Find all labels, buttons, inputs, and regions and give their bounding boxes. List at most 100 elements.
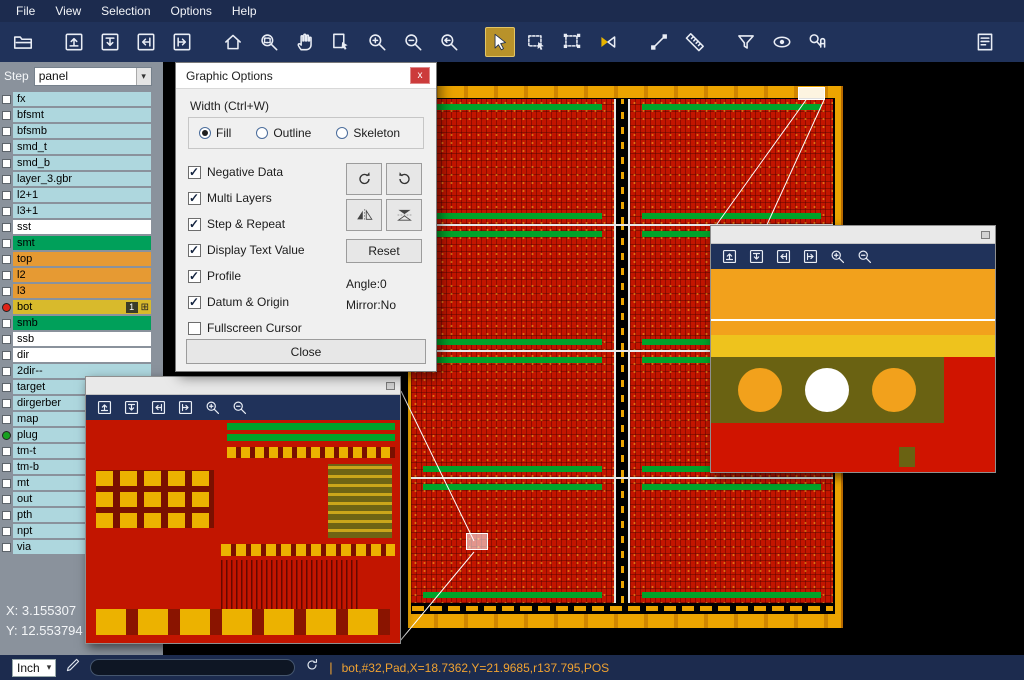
layer-visibility-checkbox[interactable] xyxy=(2,127,11,136)
layer-row[interactable]: fx ⊞ xyxy=(0,91,163,107)
zoom-in-button[interactable] xyxy=(201,398,223,418)
layer-visibility-checkbox[interactable] xyxy=(2,415,11,424)
zoom-in-button[interactable] xyxy=(362,27,392,57)
zoom-in-button[interactable] xyxy=(826,247,848,267)
layer-row[interactable]: smd_t ⊞ xyxy=(0,139,163,155)
layer-row[interactable]: bfsmt ⊞ xyxy=(0,107,163,123)
step-import-up-button[interactable] xyxy=(93,398,115,418)
step-import-down-button[interactable] xyxy=(120,398,142,418)
layer-visibility-checkbox[interactable] xyxy=(2,223,11,232)
layer-row[interactable]: top ⊞ xyxy=(0,251,163,267)
step-select[interactable]: panel ▾ xyxy=(34,67,152,86)
layer-color-band[interactable]: l2+1 ⊞ xyxy=(13,188,151,202)
layer-visibility-checkbox[interactable] xyxy=(2,239,11,248)
step-repeat-checkbox[interactable] xyxy=(188,218,201,231)
layer-visibility-checkbox[interactable] xyxy=(2,95,11,104)
layer-color-band[interactable]: sst ⊞ xyxy=(13,220,151,234)
layer-row[interactable]: smd_b ⊞ xyxy=(0,155,163,171)
rotate-ccw-button[interactable] xyxy=(386,163,422,195)
layer-color-band[interactable]: fx ⊞ xyxy=(13,92,151,106)
skeleton-radio[interactable] xyxy=(336,127,348,139)
step-import-down-button[interactable] xyxy=(95,27,125,57)
step-import-left-button[interactable] xyxy=(147,398,169,418)
layer-visibility-checkbox[interactable] xyxy=(2,159,11,168)
highlight-button[interactable] xyxy=(767,27,797,57)
layer-color-band[interactable]: l3+1 ⊞ xyxy=(13,204,151,218)
profile-checkbox[interactable] xyxy=(188,270,201,283)
layer-visibility-checkbox[interactable] xyxy=(2,431,11,440)
layer-visibility-checkbox[interactable] xyxy=(2,303,11,312)
step-import-right-button[interactable] xyxy=(799,247,821,267)
layer-color-band[interactable]: l2 ⊞ xyxy=(13,268,151,282)
fullscreen-cursor-row[interactable]: Fullscreen Cursor xyxy=(188,315,305,341)
layer-visibility-checkbox[interactable] xyxy=(2,479,11,488)
multi-layers-checkbox[interactable] xyxy=(188,192,201,205)
layer-visibility-checkbox[interactable] xyxy=(2,319,11,328)
layer-row[interactable]: l3 ⊞ xyxy=(0,283,163,299)
layer-row[interactable]: dir ⊞ xyxy=(0,347,163,363)
layer-row[interactable]: layer_3.gbr ⊞ xyxy=(0,171,163,187)
step-import-left-button[interactable] xyxy=(772,247,794,267)
command-input[interactable] xyxy=(90,659,295,676)
layer-visibility-checkbox[interactable] xyxy=(2,191,11,200)
select-cursor-button[interactable] xyxy=(485,27,515,57)
skeleton-radio-row[interactable]: Skeleton xyxy=(336,126,400,140)
layer-row[interactable]: l2 ⊞ xyxy=(0,267,163,283)
outline-radio[interactable] xyxy=(256,127,268,139)
measure-ruler-button[interactable] xyxy=(680,27,710,57)
pan-button[interactable] xyxy=(290,27,320,57)
dialog-titlebar[interactable]: Graphic Options x xyxy=(176,63,436,89)
layer-color-band[interactable]: bfsmb ⊞ xyxy=(13,124,151,138)
fill-radio-row[interactable]: Fill xyxy=(199,126,231,140)
layer-visibility-checkbox[interactable] xyxy=(2,111,11,120)
layer-row[interactable]: sst ⊞ xyxy=(0,219,163,235)
open-folder-button[interactable] xyxy=(8,27,38,57)
measure-line-button[interactable] xyxy=(644,27,674,57)
layer-visibility-checkbox[interactable] xyxy=(2,143,11,152)
layer-visibility-checkbox[interactable] xyxy=(2,367,11,376)
view-capture-button[interactable] xyxy=(326,27,356,57)
step-import-up-button[interactable] xyxy=(718,247,740,267)
menu-selection[interactable]: Selection xyxy=(91,1,160,21)
display-text-row[interactable]: Display Text Value xyxy=(188,237,305,263)
home-view-button[interactable] xyxy=(218,27,248,57)
zoom-out-button[interactable] xyxy=(853,247,875,267)
window-restore-icon[interactable] xyxy=(386,382,395,390)
step-import-right-button[interactable] xyxy=(167,27,197,57)
layer-color-band[interactable]: l3 ⊞ xyxy=(13,284,151,298)
layer-visibility-checkbox[interactable] xyxy=(2,175,11,184)
layer-color-band[interactable]: bot 1 ⊞ xyxy=(13,300,151,314)
menu-file[interactable]: File xyxy=(6,1,45,21)
datum-origin-row[interactable]: Datum & Origin xyxy=(188,289,305,315)
layer-visibility-checkbox[interactable] xyxy=(2,527,11,536)
magnifier-view[interactable] xyxy=(711,269,995,472)
menu-options[interactable]: Options xyxy=(161,1,222,21)
rotate-cw-button[interactable] xyxy=(346,163,382,195)
unit-select[interactable]: Inch ▾ xyxy=(12,659,56,677)
layer-row[interactable]: ssb ⊞ xyxy=(0,331,163,347)
negative-data-checkbox[interactable] xyxy=(188,166,201,179)
fullscreen-cursor-checkbox[interactable] xyxy=(188,322,201,335)
menu-view[interactable]: View xyxy=(45,1,91,21)
layer-color-band[interactable]: ssb ⊞ xyxy=(13,332,151,346)
menu-help[interactable]: Help xyxy=(222,1,267,21)
layer-row[interactable]: smt ⊞ xyxy=(0,235,163,251)
layer-color-band[interactable]: smb ⊞ xyxy=(13,316,151,330)
zoom-previous-button[interactable] xyxy=(434,27,464,57)
flip-vertical-button[interactable] xyxy=(386,199,422,231)
datum-origin-checkbox[interactable] xyxy=(188,296,201,309)
draw-pen-button[interactable] xyxy=(65,657,81,678)
report-list-button[interactable] xyxy=(970,27,1000,57)
zoom-window-button[interactable] xyxy=(254,27,284,57)
layer-row[interactable]: smb ⊞ xyxy=(0,315,163,331)
magnifier-titlebar[interactable] xyxy=(86,377,400,395)
window-restore-icon[interactable] xyxy=(981,231,990,239)
step-import-right-button[interactable] xyxy=(174,398,196,418)
layer-row[interactable]: bfsmb ⊞ xyxy=(0,123,163,139)
close-button[interactable]: Close xyxy=(186,339,426,364)
layer-color-band[interactable]: smd_b ⊞ xyxy=(13,156,151,170)
negative-data-row[interactable]: Negative Data xyxy=(188,159,305,185)
find-symbol-button[interactable] xyxy=(803,27,833,57)
layer-visibility-checkbox[interactable] xyxy=(2,351,11,360)
layer-visibility-checkbox[interactable] xyxy=(2,495,11,504)
